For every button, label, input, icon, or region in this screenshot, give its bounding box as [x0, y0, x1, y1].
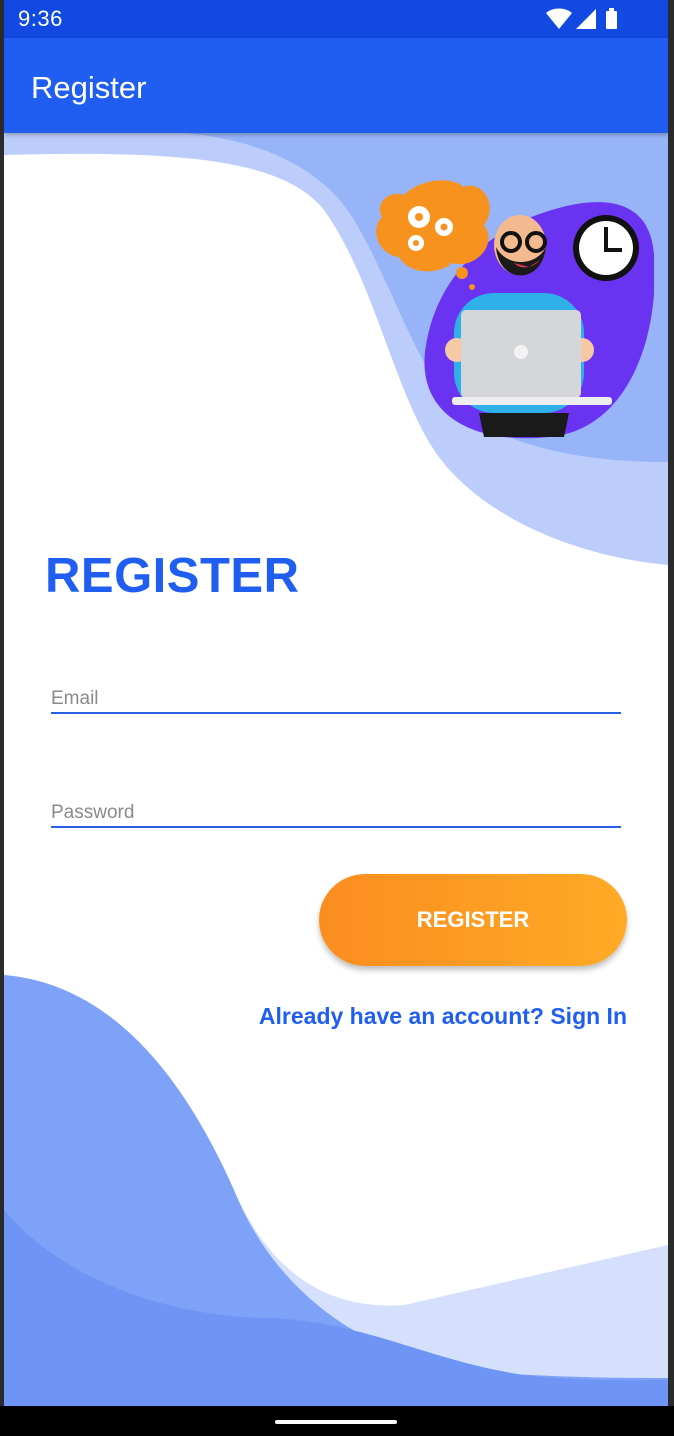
- app-title: Register: [31, 70, 147, 105]
- register-heading: REGISTER: [45, 549, 300, 603]
- password-input[interactable]: [51, 802, 621, 824]
- email-input[interactable]: [51, 688, 621, 710]
- register-button[interactable]: REGISTER: [319, 874, 627, 966]
- navigation-bar: [0, 1406, 674, 1436]
- clock-icon: [573, 215, 639, 281]
- email-field[interactable]: [51, 670, 621, 714]
- phone-screen: 9:36 Register REGISTER Email REGISTER Al…: [4, 0, 668, 1436]
- developer-illustration: [376, 180, 654, 439]
- sign-in-link[interactable]: Already have an account? Sign In: [259, 1003, 627, 1030]
- app-bar: Register: [4, 38, 668, 133]
- password-field[interactable]: [51, 784, 621, 828]
- home-indicator[interactable]: [275, 1420, 397, 1424]
